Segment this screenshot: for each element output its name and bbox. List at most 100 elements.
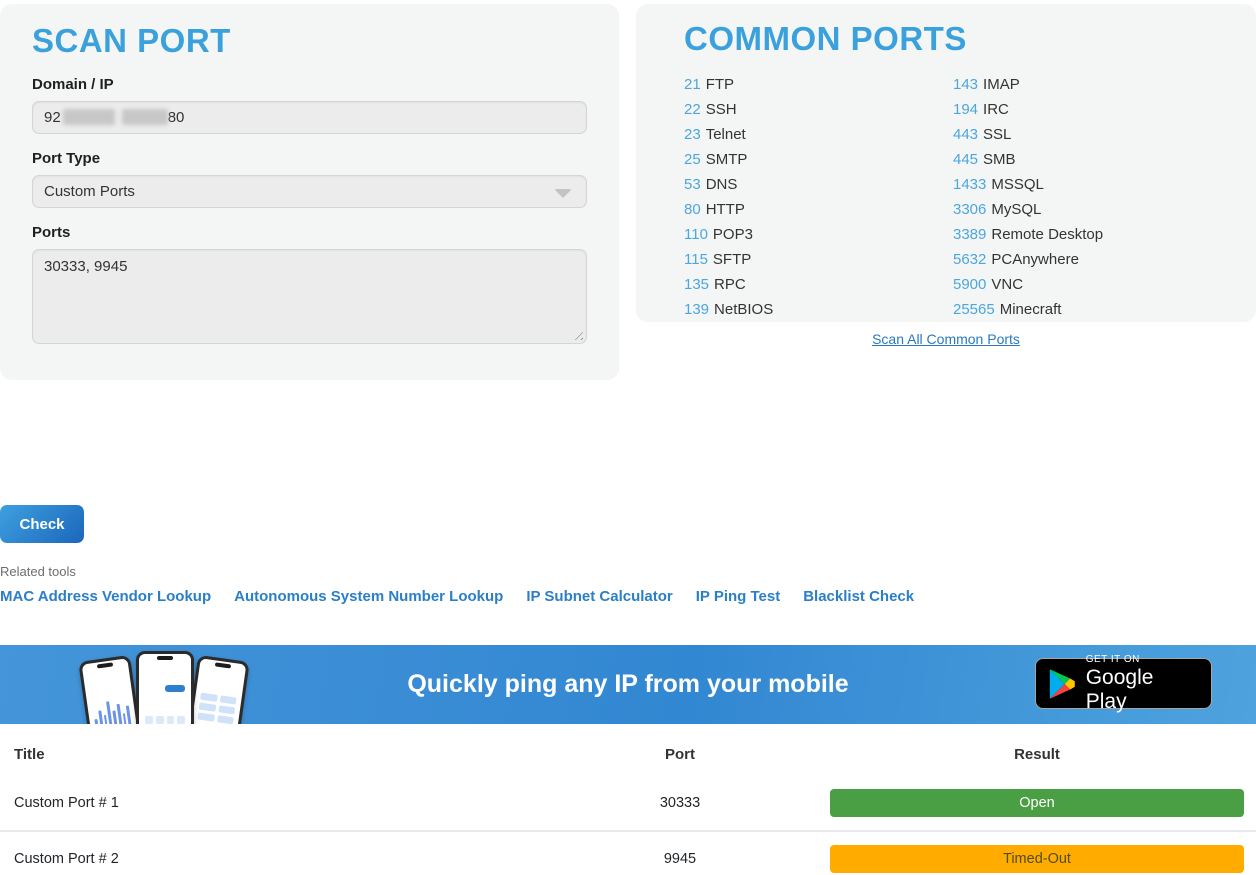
port-number-link[interactable]: 21 (684, 76, 701, 93)
port-name: MSSQL (991, 176, 1044, 193)
resize-handle-icon[interactable] (571, 328, 583, 340)
port-number-link[interactable]: 115 (684, 251, 708, 268)
link-asn-lookup[interactable]: Autonomous System Number Lookup (234, 588, 503, 605)
port-name: Telnet (706, 126, 746, 143)
port-type-label: Port Type (32, 150, 587, 167)
common-ports-title: COMMON PORTS (684, 20, 1224, 58)
port-type-selected-value: Custom Ports (44, 183, 135, 200)
common-port-item[interactable]: 143IMAP (953, 72, 1103, 97)
check-button[interactable]: Check (0, 505, 84, 543)
related-tools-label: Related tools (0, 564, 76, 579)
port-name: SSL (983, 126, 1011, 143)
port-number-link[interactable]: 25 (684, 151, 701, 168)
google-play-badge[interactable]: GET IT ON Google Play (1035, 658, 1212, 709)
row-port: 9945 (560, 838, 800, 875)
row-title: Custom Port # 2 (0, 838, 560, 875)
banner-headline: Quickly ping any IP from your mobile (407, 670, 848, 699)
port-number-link[interactable]: 135 (684, 276, 709, 293)
link-mac-address-vendor-lookup[interactable]: MAC Address Vendor Lookup (0, 588, 211, 605)
scan-all-common-ports-link[interactable]: Scan All Common Ports (872, 331, 1020, 347)
results-table-header: Title Port Result (0, 733, 1256, 776)
port-name: DNS (706, 176, 738, 193)
common-port-item[interactable]: 443 SSL (953, 122, 1103, 147)
port-name: FTP (706, 76, 734, 93)
port-number-link[interactable]: 445 (953, 151, 978, 168)
port-number-link[interactable]: 3306 (953, 201, 986, 218)
port-name: IRC (983, 101, 1009, 118)
redacted-ip-segment (63, 109, 115, 125)
link-blacklist-check[interactable]: Blacklist Check (803, 588, 914, 605)
port-number-link[interactable]: 53 (684, 176, 701, 193)
google-play-triangle-icon (1048, 668, 1076, 700)
port-type-select[interactable]: Custom Ports (32, 175, 587, 208)
port-number-link[interactable]: 80 (684, 201, 701, 218)
domain-ip-value-suffix: 80 (168, 109, 185, 126)
scan-port-panel: SCAN PORT Domain / IP 9280 Port Type Cus… (0, 4, 619, 380)
common-port-item[interactable]: 53 DNS (684, 172, 953, 197)
status-badge-timed-out: Timed-Out (830, 845, 1244, 873)
port-number-link[interactable]: 5632 (953, 251, 986, 268)
port-number-link[interactable]: 5900 (953, 276, 986, 293)
common-port-item[interactable]: 80 HTTP (684, 197, 953, 222)
port-number-link[interactable]: 22 (684, 101, 701, 118)
phone-mockup-icon (78, 655, 143, 724)
scan-port-title: SCAN PORT (32, 22, 587, 60)
common-port-item[interactable]: 139 NetBIOS (684, 297, 953, 322)
common-port-item[interactable]: 5900VNC (953, 272, 1103, 297)
header-result: Result (800, 733, 1256, 776)
domain-ip-label: Domain / IP (32, 76, 587, 93)
results-table: Title Port Result Custom Port # 1 30333 … (0, 733, 1256, 875)
common-port-item[interactable]: 25565 Minecraft (953, 297, 1103, 322)
port-number-link[interactable]: 1433 (953, 176, 986, 193)
port-number-link[interactable]: 143 (953, 76, 978, 93)
common-port-item[interactable]: 110 POP3 (684, 222, 953, 247)
common-port-item[interactable]: 22 SSH (684, 97, 953, 122)
ports-textarea[interactable]: 30333, 9945 (32, 249, 587, 344)
link-ip-ping-test[interactable]: IP Ping Test (696, 588, 780, 605)
phone-mockup-icon (184, 655, 249, 724)
ports-label: Ports (32, 224, 587, 241)
common-port-item[interactable]: 3389Remote Desktop (953, 222, 1103, 247)
link-ip-subnet-calculator[interactable]: IP Subnet Calculator (526, 588, 672, 605)
port-name: SMB (983, 151, 1016, 168)
redacted-ip-segment (122, 109, 168, 125)
phone-mockup-icon (136, 651, 194, 724)
port-number-link[interactable]: 194 (953, 101, 978, 118)
domain-ip-input[interactable]: 9280 (32, 101, 587, 134)
common-port-item[interactable]: 23 Telnet (684, 122, 953, 147)
port-number-link[interactable]: 443 (953, 126, 978, 143)
common-port-item[interactable]: 5632 PCAnywhere (953, 247, 1103, 272)
common-port-item[interactable]: 115 SFTP (684, 247, 953, 272)
google-play-text: GET IT ON Google Play (1086, 654, 1199, 714)
common-port-item[interactable]: 25SMTP (684, 147, 953, 172)
port-number-link[interactable]: 110 (684, 226, 708, 243)
common-port-item[interactable]: 1433 MSSQL (953, 172, 1103, 197)
port-number-link[interactable]: 3389 (953, 226, 986, 243)
port-name: POP3 (713, 226, 753, 243)
common-port-item[interactable]: 445 SMB (953, 147, 1103, 172)
port-name: RPC (714, 276, 746, 293)
table-row: Custom Port # 2 9945 Timed-Out (0, 830, 1256, 875)
port-name: NetBIOS (714, 301, 773, 318)
port-number-link[interactable]: 23 (684, 126, 701, 143)
port-name: PCAnywhere (991, 251, 1079, 268)
port-name: SFTP (713, 251, 751, 268)
common-ports-column-1: 21 FTP 22 SSH 23 Telnet 25SMTP 53 DNS 80 HTTP… (684, 72, 953, 322)
chevron-down-icon (554, 189, 572, 198)
google-play-label: Google Play (1086, 666, 1199, 714)
common-port-item[interactable]: 3306MySQL (953, 197, 1103, 222)
common-port-item[interactable]: 21 FTP (684, 72, 953, 97)
port-name: HTTP (706, 201, 745, 218)
common-port-item[interactable]: 194 IRC (953, 97, 1103, 122)
scan-all-row: Scan All Common Ports (636, 331, 1256, 349)
port-name: Minecraft (1000, 301, 1062, 318)
port-number-link[interactable]: 25565 (953, 301, 995, 318)
common-ports-column-2: 143IMAP 194 IRC 443 SSL 445 SMB 1433 MSSQL 3… (953, 72, 1103, 322)
get-it-on-label: GET IT ON (1086, 654, 1199, 665)
common-port-item[interactable]: 135 RPC (684, 272, 953, 297)
common-ports-panel: COMMON PORTS 21 FTP 22 SSH 23 Telnet 25SMTP… (636, 4, 1256, 322)
port-name: SSH (706, 101, 737, 118)
related-tools-links: MAC Address Vendor Lookup Autonomous Sys… (0, 588, 914, 605)
port-number-link[interactable]: 139 (684, 301, 709, 318)
common-ports-columns: 21 FTP 22 SSH 23 Telnet 25SMTP 53 DNS 80 HTTP… (684, 72, 1224, 322)
